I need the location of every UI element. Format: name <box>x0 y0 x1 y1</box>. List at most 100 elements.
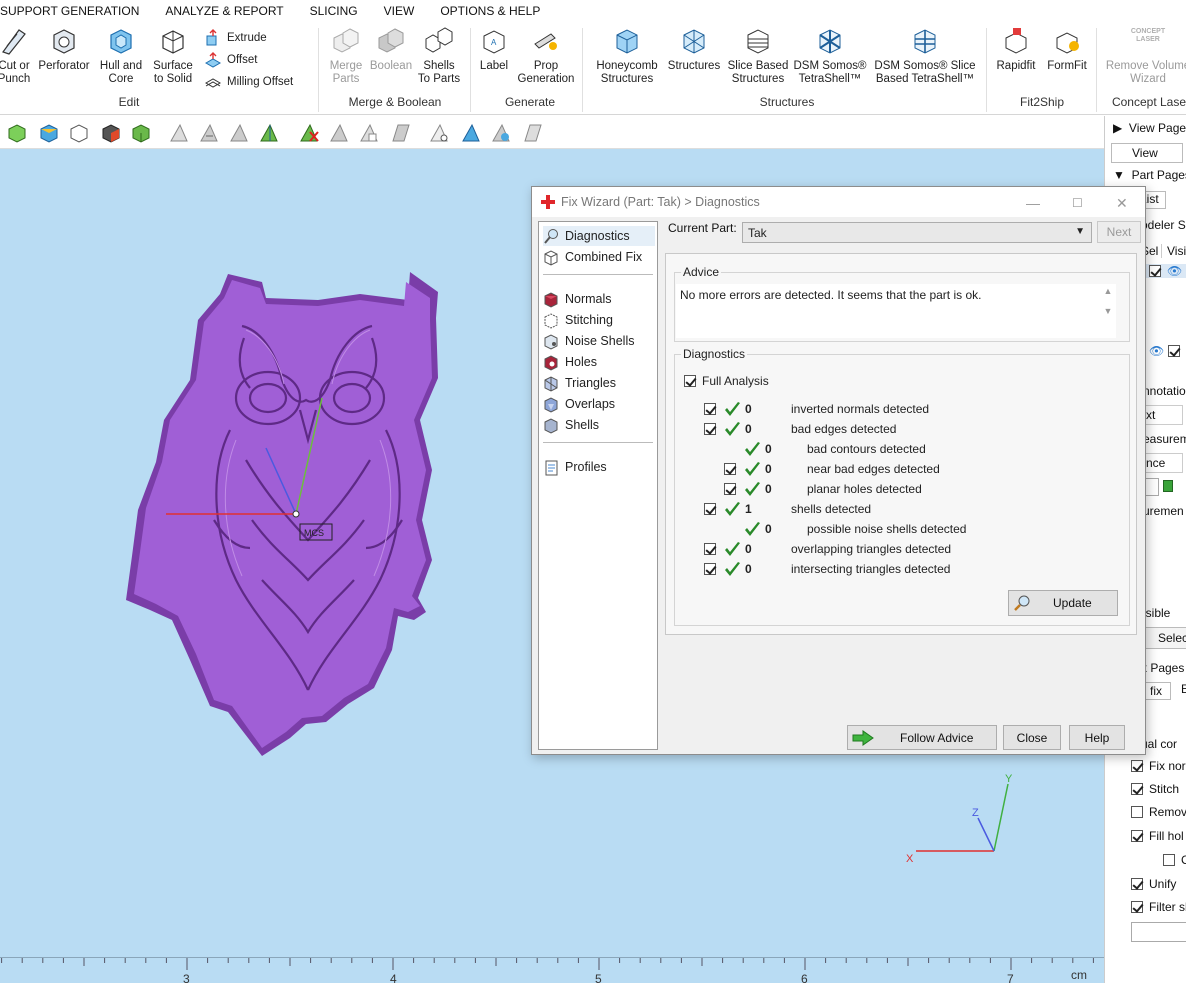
cut-punch-button[interactable]: Cut or Punch <box>0 26 32 86</box>
triangle-plane-icon[interactable] <box>390 122 412 144</box>
remove-checkbox[interactable] <box>1131 806 1143 818</box>
triangle-export-icon[interactable] <box>358 122 380 144</box>
select-button[interactable]: Select <box>1145 627 1186 649</box>
view-wire-icon[interactable] <box>130 122 152 144</box>
visibility-toggles[interactable]: 👁 <box>1149 344 1186 358</box>
prop-generation-button[interactable]: Prop Generation <box>516 26 576 86</box>
maximize-icon[interactable]: ☐ <box>1072 196 1083 210</box>
view-tab[interactable]: View <box>1111 143 1183 163</box>
dialog-title-bar[interactable]: Fix Wizard (Part: Tak) > Diagnostics — ☐… <box>532 187 1145 217</box>
fix-normals-checkbox[interactable] <box>1131 760 1143 772</box>
triangle-grow-icon[interactable] <box>228 122 250 144</box>
diagnostic-checkbox[interactable] <box>704 543 716 555</box>
menu-view[interactable]: VIEW <box>371 4 428 18</box>
triangle-select-icon[interactable] <box>198 122 220 144</box>
filter-shells-checkbox[interactable] <box>1131 901 1143 913</box>
nav-triangles[interactable]: Triangles <box>543 373 622 393</box>
shells-to-parts-button[interactable]: Shells To Parts <box>416 26 462 86</box>
nav-combined-fix[interactable]: Combined Fix <box>543 247 648 267</box>
menu-slicing[interactable]: SLICING <box>297 4 371 18</box>
diagnostic-checkbox[interactable] <box>704 563 716 575</box>
minimize-icon[interactable]: — <box>1026 195 1040 211</box>
advice-scrollbar[interactable]: ▲ ▼ <box>1102 286 1114 332</box>
full-analysis-checkbox[interactable] <box>684 375 696 387</box>
close-icon[interactable]: ✕ <box>1116 195 1128 212</box>
merge-parts-button[interactable]: Merge Parts <box>324 26 368 86</box>
honeycomb-button[interactable]: Honeycomb Structures <box>592 26 662 86</box>
diagnostic-checkbox[interactable] <box>724 483 736 495</box>
nav-holes[interactable]: Holes <box>543 352 603 372</box>
surface-solid-button[interactable]: Surface to Solid <box>148 26 198 86</box>
triangle-tool-icon[interactable] <box>168 122 190 144</box>
rapidfit-button[interactable]: Rapidfit <box>992 26 1040 73</box>
fill-holes-checkbox[interactable] <box>1131 830 1143 842</box>
update-button[interactable]: Update <box>1008 590 1118 616</box>
visibility-checkbox[interactable] <box>1167 345 1180 357</box>
diagnostic-checkbox[interactable] <box>704 423 716 435</box>
diagnostic-checkbox[interactable] <box>704 503 716 515</box>
milling-offset-button[interactable]: Milling Offset <box>204 73 293 91</box>
view-front-icon[interactable] <box>6 122 28 144</box>
triangle-surface-icon[interactable] <box>258 122 280 144</box>
nav-noise-shells[interactable]: Noise Shells <box>543 331 640 351</box>
nav-normals[interactable]: Normals <box>543 289 618 309</box>
next-button[interactable]: Next <box>1097 221 1141 243</box>
distance-tab[interactable]: nce <box>1143 453 1183 473</box>
offset-button[interactable]: Offset <box>204 51 257 69</box>
dsm-slice-tetrashell-button[interactable]: DSM Somos® Slice Based TetraShell™ <box>870 26 980 86</box>
slice-structures-button[interactable]: Slice Based Structures <box>726 26 790 86</box>
dsm-tetrashell-button[interactable]: DSM Somos® TetraShell™ <box>792 26 868 86</box>
nav-profiles[interactable]: Profiles <box>543 457 613 477</box>
menu-options-help[interactable]: OPTIONS & HELP <box>427 4 553 18</box>
nav-stitching[interactable]: Stitching <box>543 310 619 330</box>
nav-overlaps[interactable]: Overlaps <box>543 394 621 414</box>
fill-holes-option[interactable]: Fill hol <box>1131 829 1184 843</box>
view-shaded-icon[interactable] <box>100 122 122 144</box>
help-button[interactable]: Help <box>1069 725 1125 750</box>
stitch-option[interactable]: Stitch <box>1131 782 1179 796</box>
triangle-delete-icon[interactable] <box>298 122 320 144</box>
part-select-checkbox[interactable] <box>1149 265 1161 277</box>
e-tab[interactable]: E <box>1181 682 1186 696</box>
menu-support-generation[interactable]: SUPPORT GENERATION <box>0 4 152 18</box>
cut-view-icon[interactable] <box>490 122 512 144</box>
unify-option[interactable]: Unify <box>1131 877 1176 891</box>
label-button[interactable]: A Label <box>474 26 514 73</box>
part-pages-header[interactable]: ▼ Part Pages <box>1113 168 1186 182</box>
hull-core-button[interactable]: Hull and Core <box>96 26 146 86</box>
fix-normals-option[interactable]: Fix norm <box>1131 759 1186 773</box>
view-pages-header[interactable]: ▶ View Pages <box>1113 121 1186 135</box>
boolean-button[interactable]: Boolean <box>368 26 414 73</box>
follow-advice-button[interactable]: Follow Advice <box>847 725 997 750</box>
formfit-button[interactable]: FormFit <box>1044 26 1090 73</box>
c-option[interactable]: C <box>1163 853 1186 867</box>
diagnostic-checkbox[interactable] <box>724 463 736 475</box>
filter-shells-option[interactable]: Filter sh <box>1131 900 1186 914</box>
extrude-button[interactable]: Extrude <box>204 29 267 47</box>
measure-go-icon[interactable] <box>1163 480 1173 492</box>
menu-analyze-report[interactable]: ANALYZE & REPORT <box>152 4 296 18</box>
text-tab[interactable]: xt <box>1143 405 1183 425</box>
perforator-button[interactable]: Perforator <box>36 26 92 73</box>
part-row[interactable]: 👁 <box>1145 264 1186 278</box>
current-part-select[interactable]: Tak ▼ <box>742 222 1092 243</box>
c-checkbox[interactable] <box>1163 854 1175 866</box>
clip-icon[interactable] <box>522 122 544 144</box>
view-top-icon[interactable] <box>38 122 60 144</box>
nav-diagnostics[interactable]: Diagnostics <box>543 226 655 246</box>
stitch-checkbox[interactable] <box>1131 783 1143 795</box>
remove-option[interactable]: Remove <box>1131 805 1186 819</box>
measure-icon[interactable] <box>428 122 450 144</box>
fix-input[interactable] <box>1131 922 1186 942</box>
full-analysis-option[interactable]: Full Analysis <box>684 372 769 390</box>
unify-checkbox[interactable] <box>1131 878 1143 890</box>
nav-shells[interactable]: Shells <box>543 415 605 435</box>
visible-column-header[interactable]: Visi <box>1167 244 1186 258</box>
eye-icon[interactable]: 👁 <box>1167 264 1182 278</box>
diagnostic-checkbox[interactable] <box>704 403 716 415</box>
view-iso-icon[interactable] <box>68 122 90 144</box>
triangle-unselect-icon[interactable] <box>328 122 350 144</box>
structures-button[interactable]: Structures <box>664 26 724 73</box>
remove-volume-wizard-button[interactable]: CONCEPT LASER Remove Volume Wizard <box>1102 26 1186 86</box>
close-button[interactable]: Close <box>1003 725 1061 750</box>
